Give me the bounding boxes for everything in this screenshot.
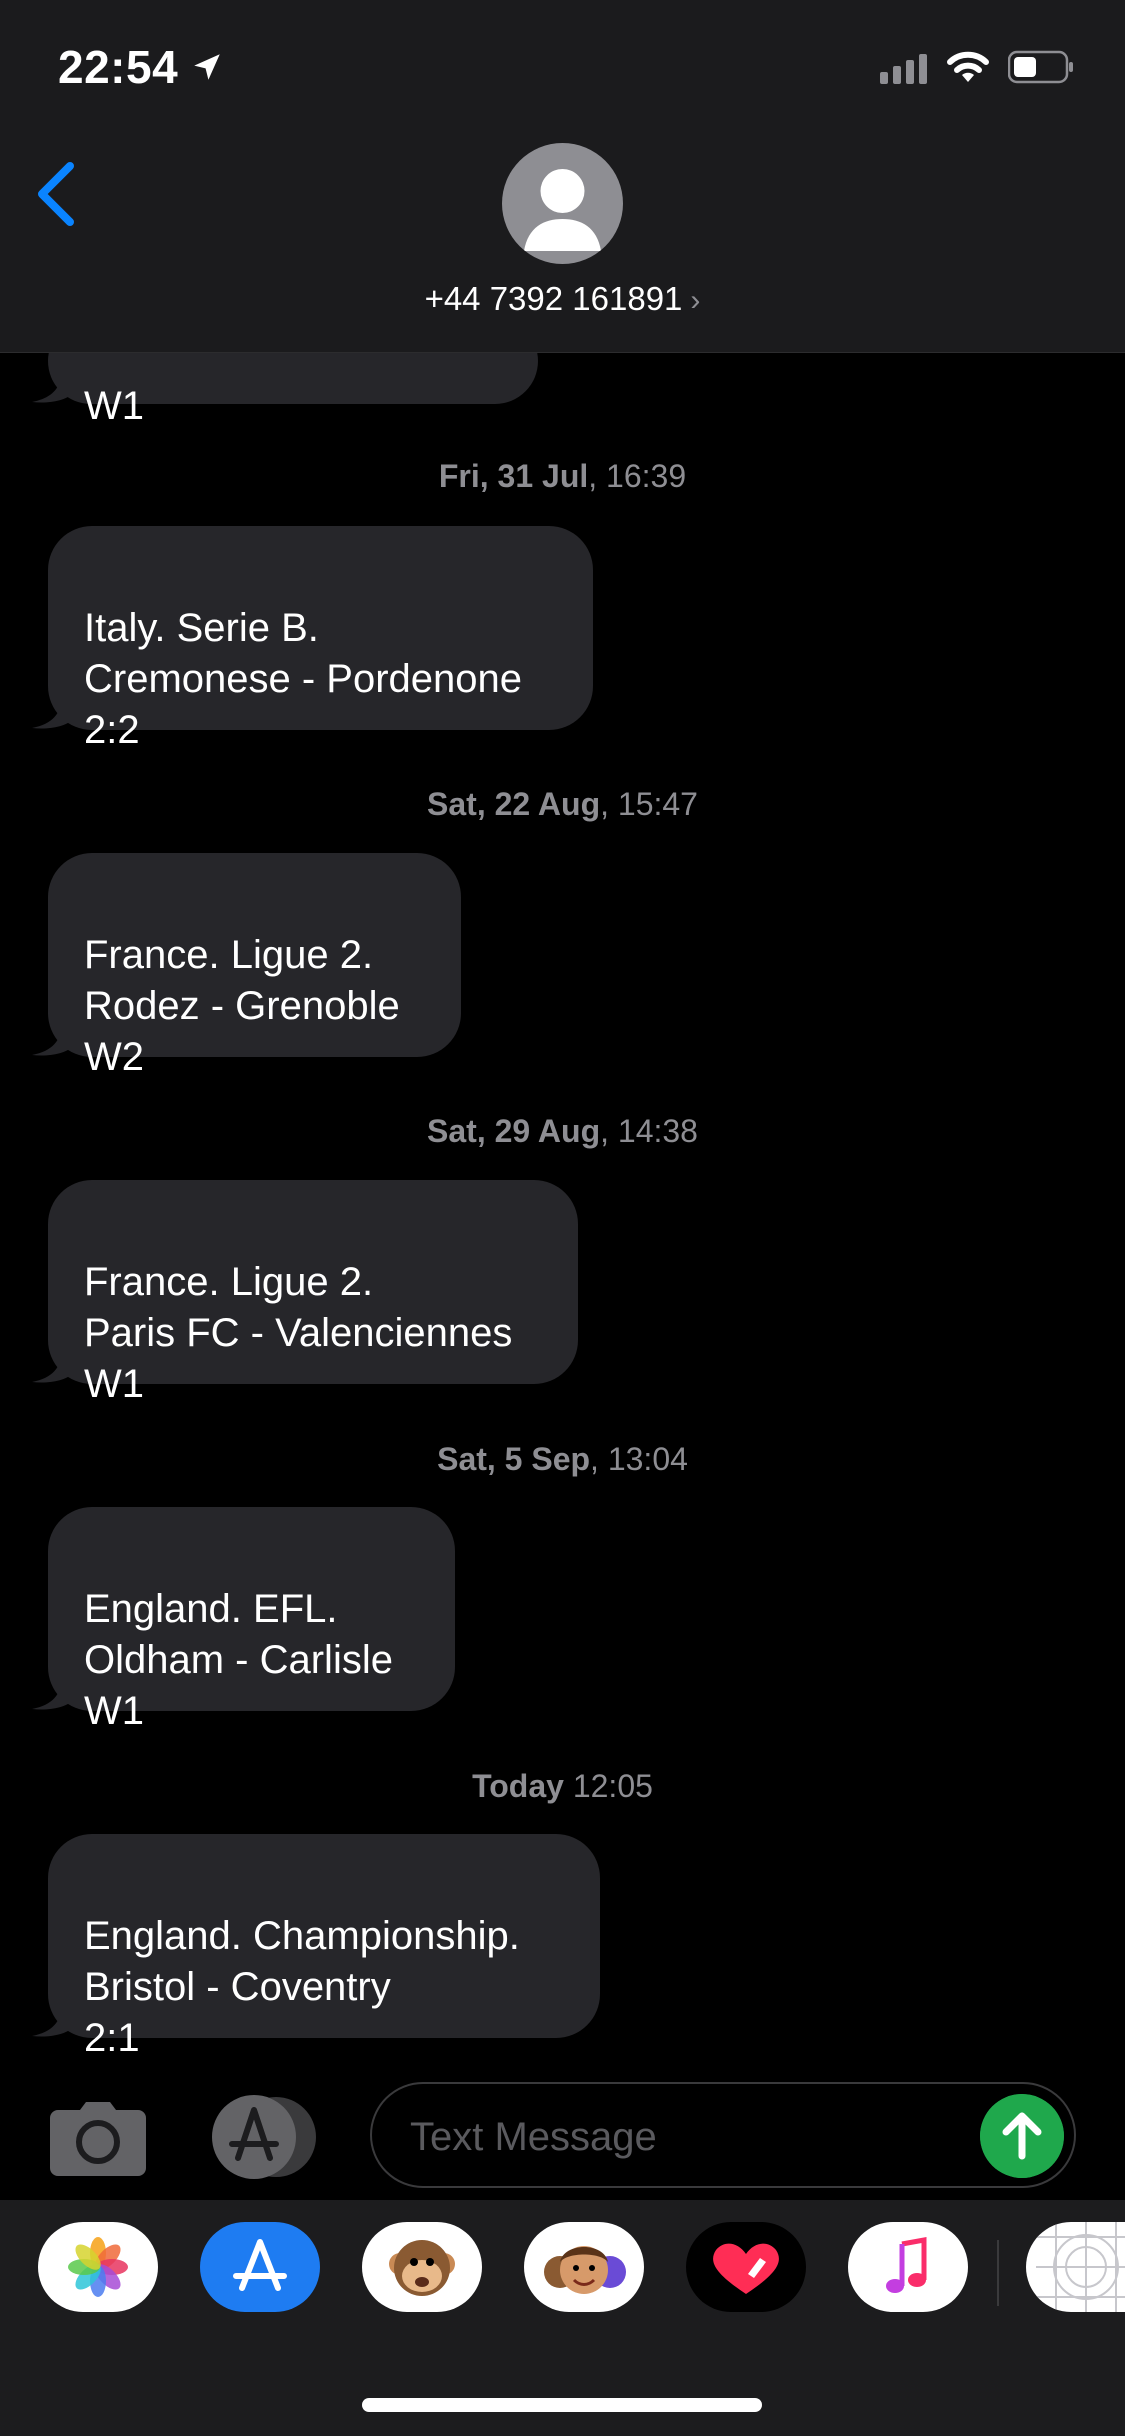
sticker-grid-icon — [1036, 2222, 1125, 2312]
cellular-signal-icon — [880, 52, 927, 84]
person-icon — [524, 169, 601, 251]
message-bubble[interactable]: Italy. Serie B. Cremonese - Pordenone 2:… — [48, 526, 593, 752]
timestamp: Today 12:05 — [472, 1768, 653, 1804]
location-arrow-icon — [194, 54, 220, 80]
animoji-app-button[interactable] — [362, 2222, 482, 2312]
timestamp: Sat, 5 Sep, 13:04 — [437, 1441, 688, 1477]
message-text: France. Ligue 2. Rodez - Grenoble W2 — [84, 933, 400, 1079]
contact-number: +44 7392 161891 — [424, 280, 683, 317]
message-bubble[interactable]: England. Championship. Bristol - Coventr… — [48, 1834, 600, 2060]
message-text: W1 — [84, 384, 144, 428]
digital-touch-icon — [713, 2243, 779, 2294]
message-bubble[interactable]: France. Ligue 2. Paris FC - Valenciennes… — [48, 1180, 578, 1406]
message-text: Italy. Serie B. Cremonese - Pordenone 2:… — [84, 606, 523, 752]
app-store-app-button[interactable] — [200, 2222, 320, 2312]
home-indicator[interactable] — [362, 2398, 762, 2412]
photos-icon — [68, 2237, 128, 2297]
message-text: France. Ligue 2. Paris FC - Valenciennes… — [84, 1260, 513, 1406]
send-button[interactable] — [980, 2094, 1064, 2178]
message-text: England. Championship. Bristol - Coventr… — [84, 1914, 520, 2060]
photos-app-button[interactable] — [38, 2222, 158, 2312]
digital-touch-app-button[interactable] — [686, 2222, 806, 2312]
memoji-app-button[interactable] — [524, 2222, 644, 2312]
contact-avatar[interactable] — [502, 143, 623, 264]
text-message-field[interactable] — [370, 2082, 1076, 2188]
bubble-tail — [32, 1021, 72, 1056]
bubble-tail — [32, 1675, 72, 1710]
wifi-icon — [947, 51, 989, 82]
app-store-icon — [233, 2239, 287, 2291]
drawer-divider — [997, 2240, 999, 2306]
text-message-input[interactable] — [408, 2106, 992, 2168]
bubble-tail — [32, 2002, 72, 2037]
chevron-right-icon: › — [690, 284, 701, 317]
music-app-button[interactable] — [848, 2222, 968, 2312]
bubble-tail — [32, 368, 72, 403]
app-store-drawer-button[interactable] — [208, 2094, 320, 2180]
music-icon — [886, 2237, 927, 2293]
memoji-icon — [544, 2246, 626, 2294]
bubble-tail — [32, 1348, 72, 1383]
sticker-grid-app-button[interactable] — [1026, 2222, 1125, 2312]
timestamp: Fri, 31 Jul, 16:39 — [438, 458, 687, 494]
conversation-header: 22:54 +44 7392 161891 › — [0, 0, 1125, 353]
timestamp: Sat, 22 Aug, 15:47 — [427, 786, 698, 822]
back-button[interactable] — [30, 158, 90, 230]
contact-name-button[interactable]: +44 7392 161891 › — [0, 280, 1125, 318]
status-time: 22:54 — [58, 41, 179, 93]
camera-button[interactable] — [50, 2100, 146, 2176]
battery-icon — [1008, 50, 1073, 84]
timestamp: Sat, 29 Aug, 14:38 — [427, 1113, 698, 1149]
message-text: England. EFL. Oldham - Carlisle W1 — [84, 1587, 393, 1733]
bubble-tail — [32, 694, 72, 729]
message-bubble[interactable]: England. EFL. Oldham - Carlisle W1 — [48, 1507, 455, 1733]
message-bubble[interactable]: France. Ligue 2. Rodez - Grenoble W2 — [48, 853, 461, 1079]
animoji-icon — [389, 2240, 455, 2296]
